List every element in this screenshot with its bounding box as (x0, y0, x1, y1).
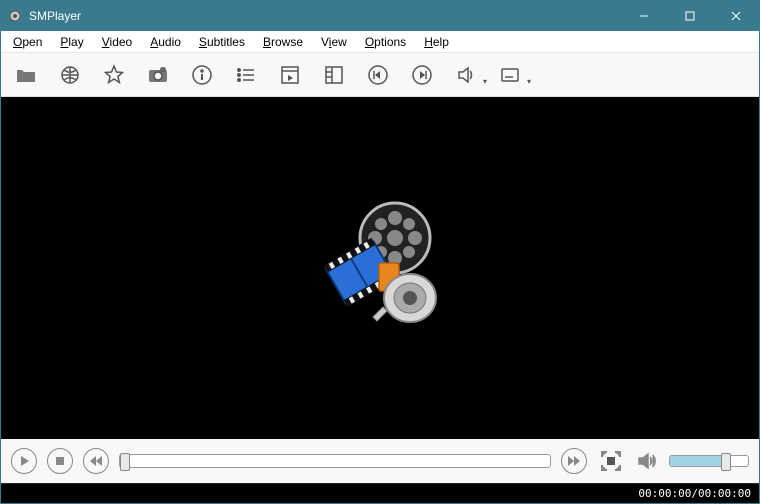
skip-next-icon[interactable] (409, 62, 435, 88)
fullscreen-button[interactable] (597, 447, 625, 475)
menu-play[interactable]: Play (52, 33, 91, 51)
window-title: SMPlayer (29, 9, 621, 23)
open-folder-icon[interactable] (13, 62, 39, 88)
volume-icon[interactable] (635, 448, 659, 474)
star-icon[interactable] (101, 62, 127, 88)
volume-slider[interactable] (669, 455, 749, 467)
speaker-dropdown-icon[interactable]: ▾ (453, 62, 479, 88)
film-icon[interactable] (277, 62, 303, 88)
info-icon[interactable] (189, 62, 215, 88)
menu-subtitles[interactable]: Subtitles (191, 33, 253, 51)
list-icon[interactable] (233, 62, 259, 88)
menu-audio[interactable]: Audio (142, 33, 189, 51)
play-button[interactable] (11, 448, 37, 474)
menu-view[interactable]: View (313, 33, 355, 51)
playback-controls (1, 439, 759, 483)
menu-options[interactable]: Options (357, 33, 414, 51)
volume-fill (670, 456, 725, 466)
close-button[interactable] (713, 1, 759, 31)
toolbar: ▾ ▾ (1, 53, 759, 97)
globe-icon[interactable] (57, 62, 83, 88)
subtitle-dropdown-icon[interactable]: ▾ (497, 62, 523, 88)
menu-video[interactable]: Video (94, 33, 140, 51)
chevron-down-icon: ▾ (483, 77, 487, 86)
panel-icon[interactable] (321, 62, 347, 88)
skip-previous-icon[interactable] (365, 62, 391, 88)
statusbar: 00:00:00 / 00:00:00 (1, 483, 759, 503)
menu-open[interactable]: Open (5, 33, 50, 51)
app-icon (7, 8, 23, 24)
forward-button[interactable] (561, 448, 587, 474)
video-area[interactable] (1, 97, 759, 439)
camera-icon[interactable] (145, 62, 171, 88)
smplayer-logo (305, 193, 455, 343)
menu-browse[interactable]: Browse (255, 33, 311, 51)
time-separator: / (691, 487, 698, 500)
seek-slider[interactable] (119, 454, 551, 468)
rewind-button[interactable] (83, 448, 109, 474)
maximize-button[interactable] (667, 1, 713, 31)
seek-thumb[interactable] (120, 453, 130, 471)
time-current: 00:00:00 (638, 487, 691, 500)
time-total: 00:00:00 (698, 487, 751, 500)
menu-help[interactable]: Help (416, 33, 457, 51)
menubar: Open Play Video Audio Subtitles Browse V… (1, 31, 759, 53)
chevron-down-icon: ▾ (527, 77, 531, 86)
volume-thumb[interactable] (721, 453, 731, 471)
minimize-button[interactable] (621, 1, 667, 31)
titlebar: SMPlayer (1, 1, 759, 31)
stop-button[interactable] (47, 448, 73, 474)
